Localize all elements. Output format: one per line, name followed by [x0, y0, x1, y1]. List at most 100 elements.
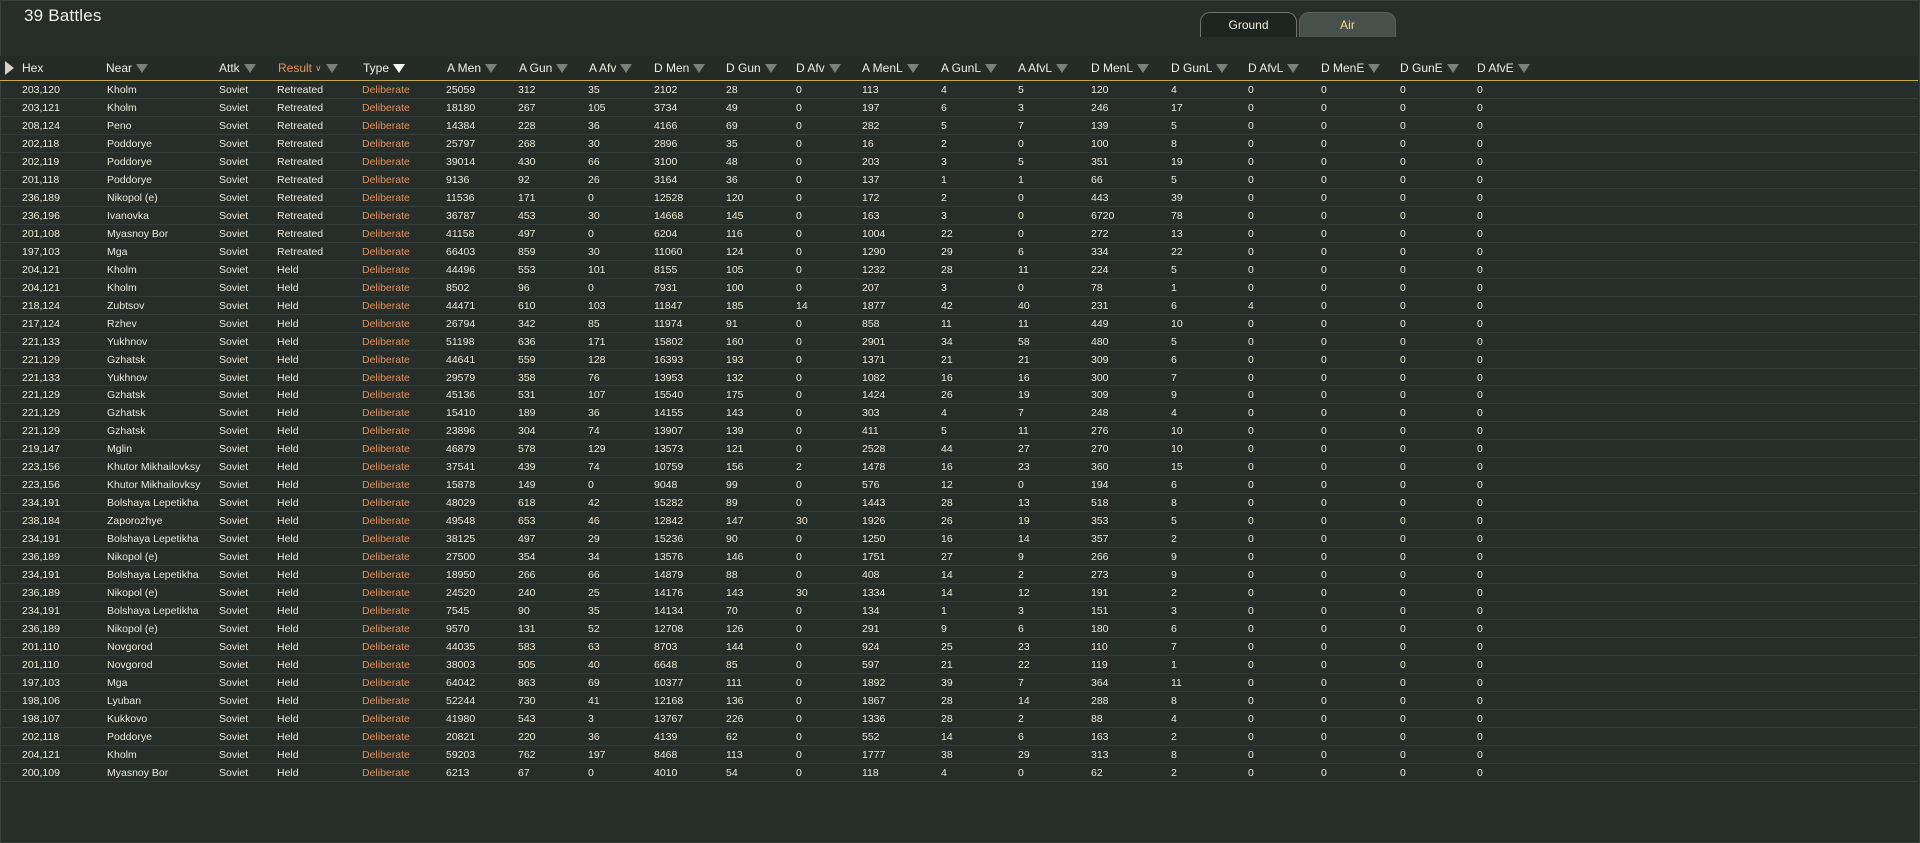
table-row[interactable]: 204,121 Kholm Soviet Held Deliberate 8502 96 0 7…	[0, 279, 1918, 297]
table-row[interactable]: 198,106 Lyuban Soviet Held Deliberate 52244 73…	[0, 692, 1918, 710]
column-header-a-gunl[interactable]: A GunL	[941, 56, 998, 80]
table-row[interactable]: 203,120 Kholm Soviet Retreated Deliberate 250…	[0, 81, 1918, 99]
filter-funnel-icon[interactable]	[136, 64, 149, 73]
column-header-a-gun[interactable]: A Gun	[519, 56, 569, 80]
column-header-result[interactable]: Result ∨	[278, 56, 338, 80]
table-row[interactable]: 208,124 Peno Soviet Retreated Deliberate 1438…	[0, 117, 1918, 135]
table-row[interactable]: 204,121 Kholm Soviet Held Deliberate 59203 762…	[0, 746, 1918, 764]
tab-air[interactable]: Air	[1299, 12, 1396, 37]
cell-a-gun: 610	[518, 299, 536, 312]
table-row[interactable]: 203,121 Kholm Soviet Retreated Deliberate 181…	[0, 99, 1918, 117]
table-row[interactable]: 218,124 Zubtsov Soviet Held Deliberate 44471 6…	[0, 297, 1918, 315]
filter-funnel-icon[interactable]	[906, 64, 919, 73]
table-row[interactable]: 198,107 Kukkovo Soviet Held Deliberate 41980 5…	[0, 710, 1918, 728]
table-row[interactable]: 236,189 Nikopol (e) Soviet Retreated Deliber…	[0, 189, 1918, 207]
table-row[interactable]: 201,108 Myasnoy Bor Soviet Retreated Deliber…	[0, 225, 1918, 243]
column-header-d-men[interactable]: D Men	[654, 56, 706, 80]
cell-a-afv: 105	[588, 101, 606, 114]
column-header-attk[interactable]: Attk	[219, 56, 256, 80]
table-row[interactable]: 236,189 Nikopol (e) Soviet Held Deliberate 95…	[0, 620, 1918, 639]
filter-funnel-icon[interactable]	[764, 64, 777, 73]
cell-d-menl: 180	[1091, 623, 1109, 636]
filter-funnel-icon[interactable]	[620, 64, 633, 73]
column-header-near[interactable]: Near	[106, 56, 149, 80]
filter-funnel-icon[interactable]	[1056, 64, 1069, 73]
filter-funnel-icon[interactable]	[693, 64, 706, 73]
table-row[interactable]: 202,118 Poddorye Soviet Retreated Deliberate…	[0, 135, 1918, 153]
column-header-d-afve[interactable]: D AfvE	[1477, 56, 1530, 80]
filter-funnel-icon[interactable]	[556, 64, 569, 73]
filter-funnel-icon[interactable]	[1287, 64, 1300, 73]
column-header-d-mene[interactable]: D MenE	[1321, 56, 1381, 80]
table-row[interactable]: 234,191 Bolshaya Lepetikha Soviet Held Delib…	[0, 602, 1918, 621]
cell-hex: 208,124	[22, 119, 60, 132]
cell-a-afvl: 16	[1018, 371, 1030, 384]
filter-funnel-icon[interactable]	[1446, 64, 1459, 73]
table-row[interactable]: 221,133 Yukhnov Soviet Held Deliberate 29579 3…	[0, 369, 1918, 387]
cell-d-gun: 116	[726, 227, 743, 240]
table-row[interactable]: 217,124 Rzhev Soviet Held Deliberate 26794 342…	[0, 315, 1918, 333]
table-row[interactable]: 234,191 Bolshaya Lepetikha Soviet Held Delib…	[0, 494, 1918, 513]
table-row[interactable]: 201,118 Poddorye Soviet Retreated Deliberate…	[0, 171, 1918, 189]
table-row[interactable]: 197,103 Mga Soviet Retreated Deliberate 66403…	[0, 243, 1918, 261]
cell-a-gun: 171	[518, 191, 536, 204]
table-row[interactable]: 201,110 Novgorod Soviet Held Deliberate 38003…	[0, 656, 1918, 674]
cell-d-afvl: 0	[1248, 676, 1254, 689]
table-row[interactable]: 201,110 Novgorod Soviet Held Deliberate 44035…	[0, 638, 1918, 656]
table-row[interactable]: 221,133 Yukhnov Soviet Held Deliberate 51198 6…	[0, 333, 1918, 351]
cell-d-afve: 0	[1477, 191, 1483, 204]
column-header-a-men[interactable]: A Men	[447, 56, 498, 80]
cell-d-gune: 0	[1400, 101, 1406, 114]
table-row[interactable]: 223,156 Khutor Mikhailovksy Soviet Held Deli…	[0, 476, 1918, 495]
table-row[interactable]: 221,129 Gzhatsk Soviet Held Deliberate 15410 1…	[0, 404, 1918, 423]
table-row[interactable]: 221,129 Gzhatsk Soviet Held Deliberate 45136 5…	[0, 386, 1918, 405]
filter-funnel-icon[interactable]	[393, 64, 406, 73]
cell-near: Bolshaya Lepetikha	[107, 569, 199, 582]
cell-hex: 236,189	[22, 551, 60, 564]
table-row[interactable]: 219,147 Mglin Soviet Held Deliberate 46879 578…	[0, 440, 1918, 459]
cell-d-mene: 0	[1321, 137, 1327, 150]
column-header-d-gune[interactable]: D GunE	[1400, 56, 1459, 80]
column-header-type[interactable]: Type	[363, 56, 406, 80]
column-header-d-afvl[interactable]: D AfvL	[1248, 56, 1300, 80]
table-row[interactable]: 202,118 Poddorye Soviet Held Deliberate 20821…	[0, 728, 1918, 746]
column-header-hex[interactable]: Hex	[22, 56, 43, 80]
table-row[interactable]: 236,189 Nikopol (e) Soviet Held Deliberate 24…	[0, 584, 1918, 603]
table-row[interactable]: 221,129 Gzhatsk Soviet Held Deliberate 44641 5…	[0, 351, 1918, 369]
table-row[interactable]: 221,129 Gzhatsk Soviet Held Deliberate 23896 3…	[0, 422, 1918, 441]
cell-d-gune: 0	[1400, 748, 1406, 761]
sort-descending-icon[interactable]: ∨	[315, 64, 322, 73]
filter-funnel-icon[interactable]	[1216, 64, 1229, 73]
filter-funnel-icon[interactable]	[485, 64, 498, 73]
table-row[interactable]: 234,191 Bolshaya Lepetikha Soviet Held Delib…	[0, 530, 1918, 549]
table-row[interactable]: 204,121 Kholm Soviet Held Deliberate 44496 553…	[0, 261, 1918, 279]
cell-d-afve: 0	[1477, 299, 1483, 312]
filter-funnel-icon[interactable]	[1368, 64, 1381, 73]
filter-funnel-icon[interactable]	[1517, 64, 1530, 73]
table-row[interactable]: 234,191 Bolshaya Lepetikha Soviet Held Delib…	[0, 566, 1918, 585]
table-row[interactable]: 202,119 Poddorye Soviet Retreated Deliberate…	[0, 153, 1918, 171]
column-header-d-menl[interactable]: D MenL	[1091, 56, 1150, 80]
filter-funnel-icon[interactable]	[243, 64, 256, 73]
cell-a-afvl: 9	[1018, 551, 1024, 564]
column-header-d-afv[interactable]: D Afv	[796, 56, 841, 80]
tab-ground[interactable]: Ground	[1200, 12, 1297, 37]
table-row[interactable]: 200,109 Myasnoy Bor Soviet Held Deliberate 62…	[0, 764, 1918, 782]
column-header-d-gun[interactable]: D Gun	[726, 56, 777, 80]
column-header-a-menl[interactable]: A MenL	[862, 56, 919, 80]
expand-arrow-icon[interactable]	[5, 61, 14, 75]
cell-a-menl: 1232	[862, 263, 886, 276]
table-row[interactable]: 238,184 Zaporozhye Soviet Held Deliberate 495…	[0, 512, 1918, 531]
column-header-d-gunl[interactable]: D GunL	[1171, 56, 1229, 80]
filter-funnel-icon[interactable]	[828, 64, 841, 73]
column-header-a-afvl[interactable]: A AfvL	[1018, 56, 1069, 80]
filter-funnel-icon[interactable]	[325, 64, 338, 73]
filter-funnel-icon[interactable]	[1137, 64, 1150, 73]
cell-d-gunl: 1	[1171, 659, 1177, 671]
table-row[interactable]: 236,189 Nikopol (e) Soviet Held Deliberate 27…	[0, 548, 1918, 567]
filter-funnel-icon[interactable]	[985, 64, 998, 73]
column-header-a-afv[interactable]: A Afv	[589, 56, 633, 80]
table-row[interactable]: 223,156 Khutor Mikhailovksy Soviet Held Deli…	[0, 458, 1918, 477]
table-row[interactable]: 236,196 Ivanovka Soviet Retreated Deliberate…	[0, 207, 1918, 225]
table-row[interactable]: 197,103 Mga Soviet Held Deliberate 64042 863 69…	[0, 674, 1918, 692]
